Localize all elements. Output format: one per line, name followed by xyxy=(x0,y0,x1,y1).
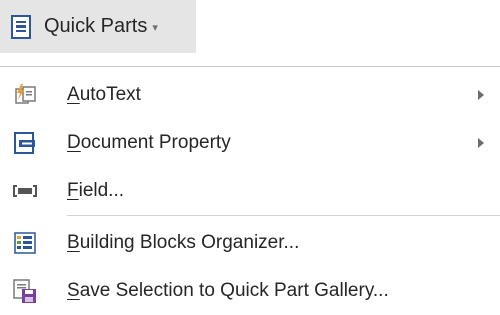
menu-item-label: Field... xyxy=(67,180,125,201)
menu-item-document-property[interactable]: Document Property xyxy=(0,119,500,167)
menu-item-field[interactable]: Field... xyxy=(0,167,500,215)
quick-parts-label: Quick Parts xyxy=(44,15,148,37)
building-blocks-organizer-icon xyxy=(12,230,38,256)
menu-item-label: Document Property xyxy=(67,132,231,153)
menu-item-building-blocks-organizer[interactable]: Building Blocks Organizer... xyxy=(0,219,500,267)
quick-parts-menu: AutoText Document Property Field... Buil… xyxy=(0,66,500,314)
menu-item-label: Save Selection to Quick Part Gallery... xyxy=(67,280,389,301)
autotext-icon xyxy=(12,82,38,108)
document-property-icon xyxy=(12,130,38,156)
submenu-arrow-icon xyxy=(478,138,484,148)
submenu-arrow-icon xyxy=(478,90,484,100)
menu-item-save-selection[interactable]: Save Selection to Quick Part Gallery... xyxy=(0,267,500,315)
quick-parts-button[interactable]: Quick Parts ▾ xyxy=(0,0,196,53)
menu-item-label: AutoText xyxy=(67,84,141,105)
menu-separator xyxy=(67,215,500,216)
menu-item-autotext[interactable]: AutoText xyxy=(0,71,500,119)
quick-parts-icon xyxy=(10,14,32,39)
field-icon xyxy=(12,178,38,204)
menu-item-label: Building Blocks Organizer... xyxy=(67,232,300,253)
save-selection-icon xyxy=(12,278,38,304)
chevron-down-icon: ▾ xyxy=(152,22,158,34)
